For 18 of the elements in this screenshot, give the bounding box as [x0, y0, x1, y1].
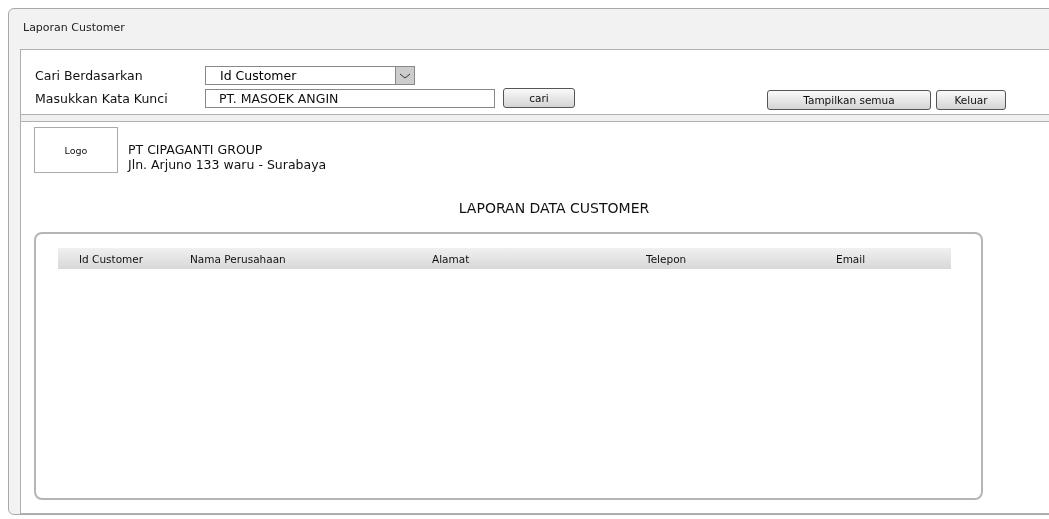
- search-by-dropdown[interactable]: Id Customer: [205, 66, 415, 85]
- keyword-field[interactable]: PT. MASOEK ANGIN: [205, 88, 495, 108]
- chevron-down-icon[interactable]: [395, 66, 415, 85]
- company-name: PT CIPAGANTI GROUP: [128, 142, 264, 157]
- logo-label: Logo: [64, 144, 88, 156]
- action-button[interactable]: Tampilkan semua: [767, 90, 931, 110]
- column-header: Telepon: [646, 252, 688, 265]
- search-button[interactable]: cari: [503, 88, 575, 108]
- field-label: Cari Berdasarkan: [35, 68, 144, 83]
- field-label: Masukkan Kata Kunci: [35, 90, 169, 106]
- column-header: Alamat: [432, 252, 471, 265]
- column-header: Nama Perusahaan: [190, 252, 287, 265]
- window-title: Laporan Customer: [22, 20, 126, 36]
- company-address: Jln. Arjuno 133 waru - Surabaya: [128, 157, 327, 172]
- report-title: LAPORAN DATA CUSTOMER: [458, 200, 650, 216]
- column-header: Id Customer: [79, 252, 145, 265]
- column-header: Email: [836, 252, 867, 265]
- action-button[interactable]: Keluar: [936, 90, 1006, 110]
